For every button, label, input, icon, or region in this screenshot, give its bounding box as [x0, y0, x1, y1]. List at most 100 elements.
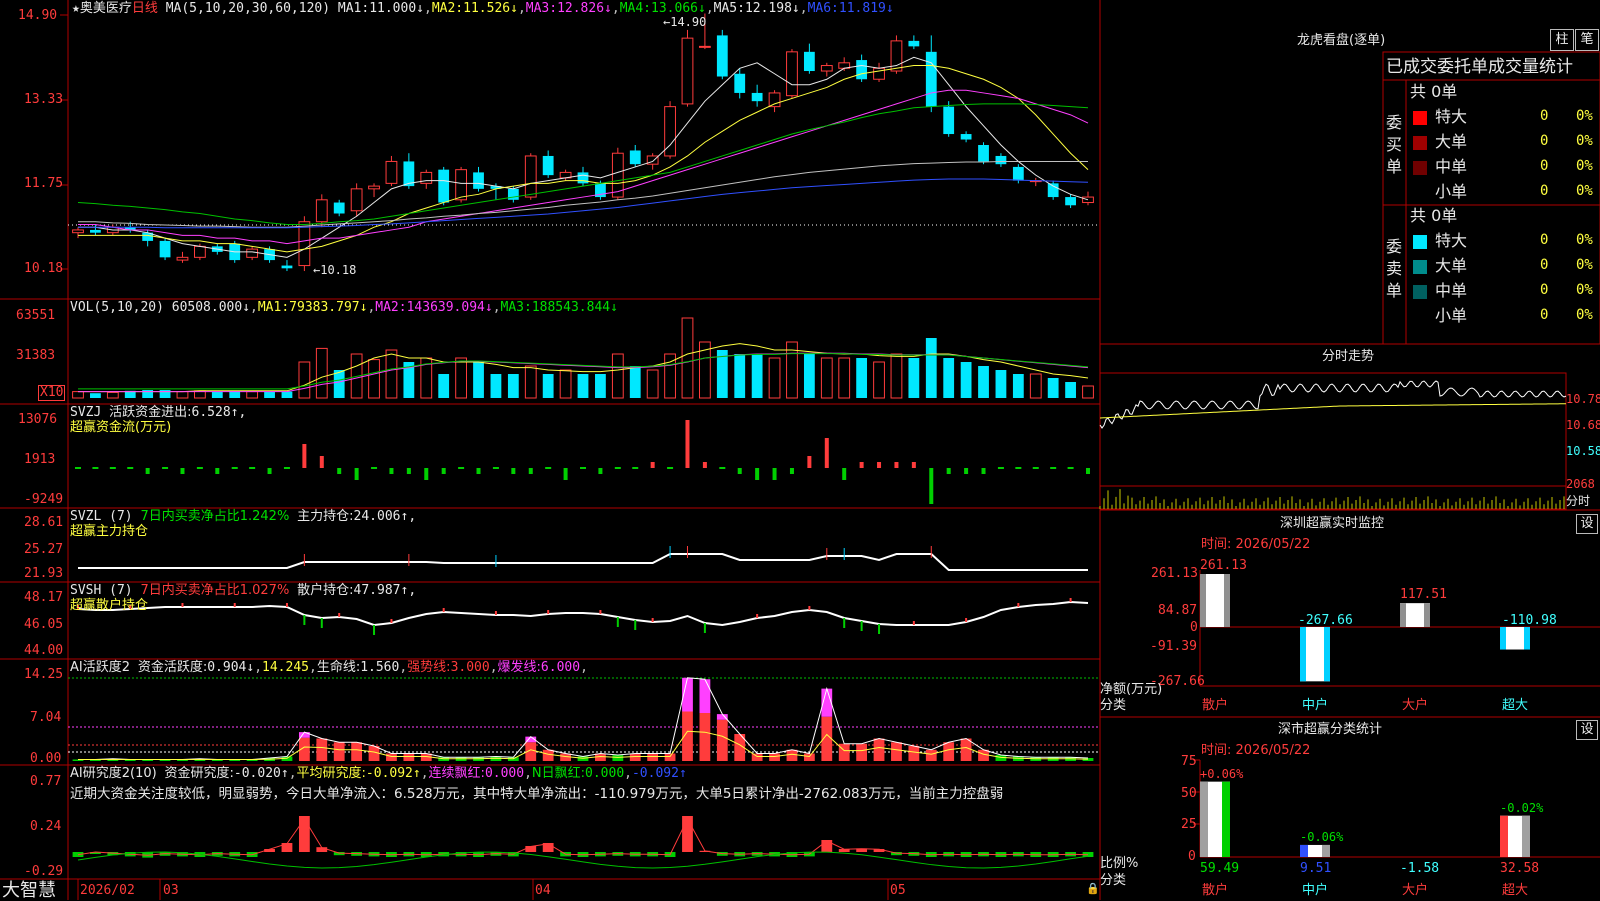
period-label[interactable]: 日线	[132, 1, 158, 16]
candle-down	[438, 169, 450, 203]
vol-bar-up	[298, 361, 311, 399]
vol-bar-down	[803, 354, 815, 398]
vol-bar-down	[1012, 374, 1024, 398]
mon2-bar-edge-r	[1322, 844, 1330, 857]
mon1-xlabel: 分类	[1100, 698, 1127, 713]
svzj-bar-down	[406, 468, 411, 474]
svzj-bar-up	[685, 420, 690, 468]
ai1-bar-red	[647, 753, 659, 761]
vol-bar-up	[368, 359, 380, 399]
axis-svzj-0: 13076	[18, 412, 58, 427]
buy-row-count: 0	[1540, 183, 1549, 199]
ai1-bar-red	[873, 738, 885, 761]
candle-up	[368, 185, 380, 190]
svzj-bar-down	[145, 468, 150, 474]
svzj-bar-down	[389, 468, 394, 474]
candle-up	[768, 92, 781, 108]
vol-bar-down	[490, 374, 502, 398]
vol-bar-up	[820, 357, 833, 399]
mon2-ylabel: 比例%	[1100, 856, 1139, 871]
svzj-bar-flat	[719, 467, 726, 469]
sell-color-swatch	[1413, 235, 1427, 249]
buy-color-swatch	[1413, 186, 1427, 200]
mon2-axis-0: 75	[1181, 754, 1197, 769]
chart-canvas[interactable]	[0, 0, 1600, 900]
date-label-1: 2026/02	[80, 883, 135, 898]
ai1-value: 0.904↓	[207, 660, 255, 675]
svsh-header: SVSH (7) 7日内买卖净占比1.027% 散户持仓:47.987↑,	[70, 583, 417, 598]
vol-bar-down	[629, 366, 641, 398]
mon1-ylabel: 净额(万元)	[1100, 682, 1163, 697]
date-label-3: 04	[535, 883, 551, 898]
mon1-bar-edge-l	[1400, 603, 1406, 627]
ma3-value: 12.826↓	[557, 1, 612, 16]
sell-row-name: 中单	[1435, 281, 1468, 300]
svzj-bar-flat	[127, 467, 134, 469]
vol-unit-button[interactable]: X10	[38, 385, 66, 401]
ai1-bar-red	[542, 749, 554, 761]
mon1-axis-0: 261.13	[1151, 566, 1198, 581]
candle-down	[995, 155, 1007, 165]
tick-mode-button[interactable]: 笔	[1575, 29, 1599, 51]
vol-bar-down	[978, 366, 989, 398]
svzj-bar-up	[702, 462, 707, 468]
axis-svsh-1: 46.05	[24, 617, 64, 632]
mon1-axis-1: 84.87	[1158, 603, 1198, 618]
svzj-bar-down	[981, 468, 986, 474]
mon1-bar-value: -267.66	[1298, 613, 1353, 628]
axis-ai2-2: -0.29	[24, 864, 64, 879]
mon2-settings-button[interactable]: 设	[1576, 720, 1598, 740]
vol-bar-up	[315, 347, 328, 399]
lock-icon[interactable]: 🔒	[1086, 882, 1100, 896]
mon1-axis-3: -91.39	[1150, 639, 1197, 654]
svzj-header: SVZJ 活跃资金进出:6.528↑,	[70, 405, 247, 420]
ai1-bar-red	[316, 738, 328, 761]
brand-logo[interactable]: 大智慧	[2, 881, 56, 901]
svzj-bar-flat	[492, 467, 499, 469]
axis-main-1: 13.33	[24, 92, 64, 107]
lhkp-title: 龙虎看盘(逐单)	[1297, 33, 1386, 48]
vol-bar-down	[473, 362, 484, 398]
bar-mode-button[interactable]: 柱	[1550, 29, 1574, 51]
vol-ma2: 143639.094↓	[406, 300, 493, 315]
svzj-bar-flat	[1032, 467, 1039, 469]
svzj-bar-up	[894, 462, 899, 468]
vol-bar-up	[1029, 373, 1042, 399]
svzj-bar-up	[911, 462, 916, 468]
vol-bar-down	[1065, 382, 1076, 398]
mon2-bar-change: -0.06%	[1300, 829, 1344, 844]
vol-bar-down	[734, 354, 746, 398]
candle-up	[298, 221, 311, 267]
axis-ai2-0: 0.77	[30, 774, 62, 789]
buy-side-label: 委买单	[1386, 113, 1403, 176]
stock-name[interactable]: 奥美医疗	[80, 1, 132, 16]
svzj-bar-flat	[997, 467, 1004, 469]
ma-label: MA(5,10,20,30,60,120)	[165, 1, 331, 16]
sell-row-name: 大单	[1435, 256, 1468, 275]
vol-bar-up	[681, 317, 694, 399]
svzj-bar-down	[929, 468, 934, 504]
mon1-settings-button[interactable]: 设	[1576, 514, 1598, 534]
ai1-bar-magenta	[699, 679, 711, 713]
ai1-bar-green	[612, 755, 624, 761]
svzj-bar-down	[772, 468, 777, 480]
svzj-bar-down	[755, 468, 760, 480]
vol-ma3: 188543.844↓	[531, 300, 618, 315]
svzj-bar-flat	[667, 467, 674, 469]
mon2-category-label: 中户	[1302, 883, 1329, 898]
ma-line-ma4	[77, 103, 1089, 225]
vol-bar-up	[890, 353, 903, 399]
ai2-value: -0.020↑	[233, 766, 289, 781]
svzj-bar-up	[650, 462, 655, 468]
mon1-category-label: 大户	[1402, 698, 1429, 713]
vol-bar-down	[995, 370, 1007, 398]
vol-bar-down	[943, 358, 955, 398]
svzj-bar-up	[877, 462, 882, 468]
vol-bar-down	[908, 358, 920, 398]
ma4-value: 13.066↓	[651, 1, 706, 16]
mon1-category-label: 超大	[1502, 698, 1529, 713]
mon2-category-label: 超大	[1502, 883, 1529, 898]
axis-svzl-1: 25.27	[24, 542, 64, 557]
mon2-category-label: 大户	[1402, 883, 1429, 898]
vol-bar-down	[281, 391, 293, 398]
